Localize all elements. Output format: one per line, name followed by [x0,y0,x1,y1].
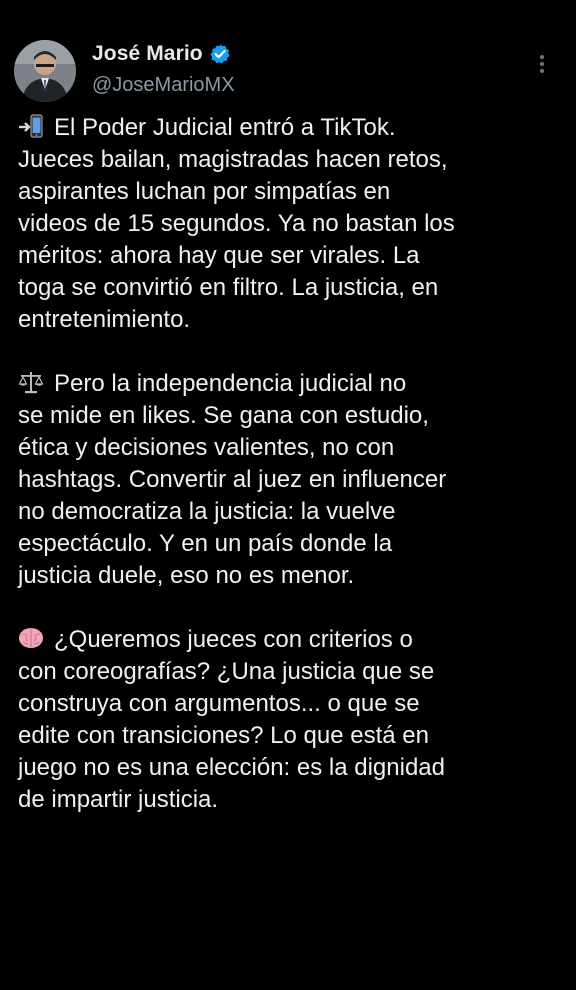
more-options-icon[interactable] [534,50,550,78]
avatar-image [14,40,76,102]
brain-icon [18,625,44,651]
author-handle[interactable]: @JoseMarioMX [92,74,235,97]
display-name-row: José Mario [92,40,235,68]
scales-icon [18,369,44,395]
verified-badge-icon [209,43,231,65]
tweet-paragraph-text: ¿Queremos jueces con criterios o con cor… [18,626,445,813]
tweet-card: José Mario @JoseMarioMX El Poder Judicia… [0,0,576,990]
tweet-header: José Mario @JoseMarioMX [14,38,562,104]
tweet-paragraph: Pero la independencia judicial no se mid… [18,368,566,592]
tweet-paragraph-text: Pero la independencia judicial no se mid… [18,370,447,589]
tweet-paragraph-text: El Poder Judicial entró a TikTok. Jueces… [18,114,455,333]
avatar[interactable] [14,40,76,102]
display-name[interactable]: José Mario [92,42,203,66]
tweet-paragraph: El Poder Judicial entró a TikTok. Jueces… [18,112,566,336]
tweet-body: El Poder Judicial entró a TikTok. Jueces… [18,112,566,816]
phone-arrow-icon [18,113,44,139]
tweet-paragraph: ¿Queremos jueces con criterios o con cor… [18,624,566,816]
author-names: José Mario @JoseMarioMX [92,40,235,97]
